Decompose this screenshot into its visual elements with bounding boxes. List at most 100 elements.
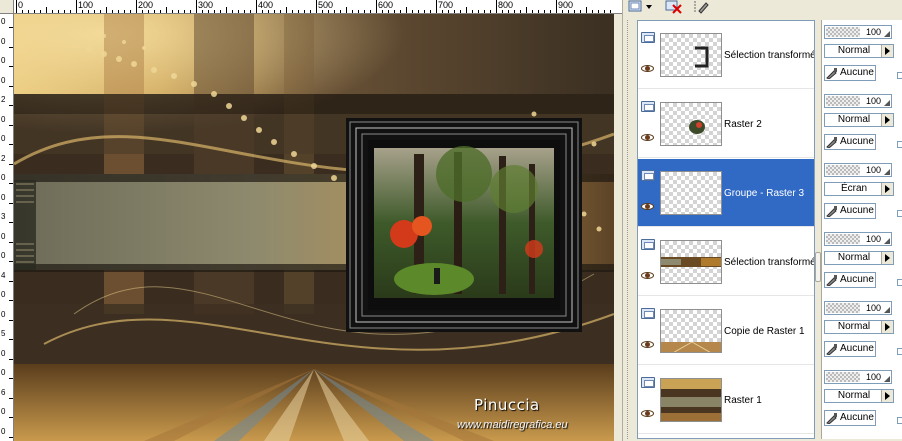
ruler-label: 0	[18, 0, 24, 10]
layer-row[interactable]: Copie de Raster 1	[638, 297, 814, 365]
ruler-minor-tick	[70, 10, 71, 13]
opacity-slider[interactable]: 100	[824, 163, 892, 177]
ruler-major-tick	[316, 0, 317, 13]
ruler-minor-tick	[226, 7, 227, 13]
mask-select[interactable]: Aucune	[824, 410, 876, 426]
blend-mode-select[interactable]: Normal	[824, 251, 894, 265]
layer-name[interactable]: Raster 1	[724, 394, 814, 408]
blend-mode-select[interactable]: Normal	[824, 44, 894, 58]
layer-thumbnail	[660, 309, 722, 353]
ruler-label: 0	[1, 17, 6, 26]
ruler-minor-tick	[40, 10, 41, 13]
visibility-eye-icon[interactable]	[641, 410, 654, 417]
lock-checkbox[interactable]	[897, 210, 902, 217]
ruler-minor-tick	[352, 10, 353, 13]
layer-group-icon	[641, 170, 655, 181]
mask-select[interactable]: Aucune	[824, 272, 876, 288]
layer-row[interactable]: Sélection transformée	[638, 21, 814, 89]
opacity-value: 100	[865, 234, 881, 244]
ruler-minor-tick	[9, 358, 13, 360]
mask-select[interactable]: Aucune	[824, 134, 876, 150]
ruler-minor-tick	[454, 10, 455, 13]
blend-dropdown-arrow-icon[interactable]	[881, 321, 893, 333]
blend-mode-select[interactable]: Normal	[824, 113, 894, 127]
ruler-minor-tick	[202, 10, 203, 13]
ruler-minor-tick	[232, 10, 233, 13]
blend-dropdown-arrow-icon[interactable]	[881, 114, 893, 126]
layer-row[interactable]: Raster 2	[638, 90, 814, 158]
blend-mode-value: Normal	[837, 390, 871, 401]
edit-layer-button[interactable]	[693, 0, 711, 14]
blend-mode-select[interactable]: Écran	[824, 182, 894, 196]
ruler-label: 3	[1, 212, 6, 221]
opacity-slider[interactable]: 100	[824, 25, 892, 39]
ruler-corner	[0, 0, 14, 14]
ruler-minor-tick	[508, 10, 509, 13]
ruler-minor-tick	[9, 85, 13, 87]
ruler-major-tick	[496, 0, 497, 13]
ruler-minor-tick	[424, 10, 425, 13]
layer-thumbnail	[660, 171, 722, 215]
visibility-eye-icon[interactable]	[641, 134, 654, 141]
lock-checkbox[interactable]	[897, 417, 902, 424]
layer-name[interactable]: Sélection transformée	[724, 49, 814, 63]
layer-row[interactable]: Sélection transformée	[638, 228, 814, 296]
ruler-minor-tick	[9, 280, 13, 282]
blend-dropdown-arrow-icon[interactable]	[881, 390, 893, 402]
ruler-minor-tick	[340, 10, 341, 13]
ruler-label: 100	[78, 0, 94, 10]
ruler-label: 0	[1, 368, 6, 377]
visibility-eye-icon[interactable]	[641, 65, 654, 72]
blend-mode-value: Normal	[837, 45, 871, 56]
lock-checkbox[interactable]	[897, 141, 902, 148]
ruler-label: 0	[1, 309, 6, 319]
lock-checkbox[interactable]	[897, 279, 902, 286]
blend-dropdown-arrow-icon[interactable]	[881, 183, 893, 195]
mask-select[interactable]: Aucune	[824, 203, 876, 219]
layer-name[interactable]: Copie de Raster 1	[724, 325, 814, 339]
layer-name[interactable]: Sélection transformée	[724, 256, 814, 270]
blend-mode-select[interactable]: Normal	[824, 389, 894, 403]
ruler-label: 0	[1, 192, 6, 202]
brush-icon	[826, 68, 837, 79]
mask-select[interactable]: Aucune	[824, 341, 876, 357]
layer-name[interactable]: Groupe - Raster 3	[724, 187, 814, 201]
ruler-minor-tick	[9, 261, 13, 262]
lock-checkbox[interactable]	[897, 348, 902, 355]
opacity-slider[interactable]: 100	[824, 232, 892, 246]
ruler-minor-tick	[9, 436, 13, 438]
ruler-minor-tick	[544, 10, 545, 13]
ruler-minor-tick	[88, 10, 89, 13]
ruler-minor-tick	[106, 7, 107, 13]
ruler-label: 0	[1, 114, 6, 124]
layer-row[interactable]: Raster 1	[638, 366, 814, 434]
blend-dropdown-arrow-icon[interactable]	[881, 45, 893, 57]
layer-row-selected[interactable]: Groupe - Raster 3	[638, 159, 814, 227]
new-raster-layer-button[interactable]	[627, 0, 655, 14]
image-canvas[interactable]: Pinuccia www.maidiregrafica.eu	[14, 14, 614, 441]
ruler-minor-tick	[538, 10, 539, 13]
blend-dropdown-arrow-icon[interactable]	[881, 252, 893, 264]
ruler-minor-tick	[9, 222, 13, 223]
opacity-slider[interactable]: 100	[824, 94, 892, 108]
ruler-minor-tick	[190, 10, 191, 13]
opacity-slider[interactable]: 100	[824, 370, 892, 384]
layer-thumbnail	[660, 378, 722, 422]
mask-select[interactable]: Aucune	[824, 65, 876, 81]
visibility-eye-icon[interactable]	[641, 203, 654, 210]
ruler-minor-tick	[322, 10, 323, 13]
layer-name[interactable]: Raster 2	[724, 118, 814, 132]
ruler-label: 300	[198, 0, 214, 10]
brush-icon	[826, 413, 837, 424]
blend-mode-select[interactable]: Normal	[824, 320, 894, 334]
visibility-eye-icon[interactable]	[641, 272, 654, 279]
ruler-minor-tick	[490, 10, 491, 13]
opacity-slider[interactable]: 100	[824, 301, 892, 315]
delete-layer-button[interactable]	[665, 0, 683, 14]
ruler-minor-tick	[400, 10, 401, 13]
visibility-eye-icon[interactable]	[641, 341, 654, 348]
layer-properties: 100 Normal Aucune	[822, 89, 902, 157]
ruler-minor-tick	[52, 10, 53, 13]
ruler-label: 600	[378, 0, 394, 10]
lock-checkbox[interactable]	[897, 72, 902, 79]
